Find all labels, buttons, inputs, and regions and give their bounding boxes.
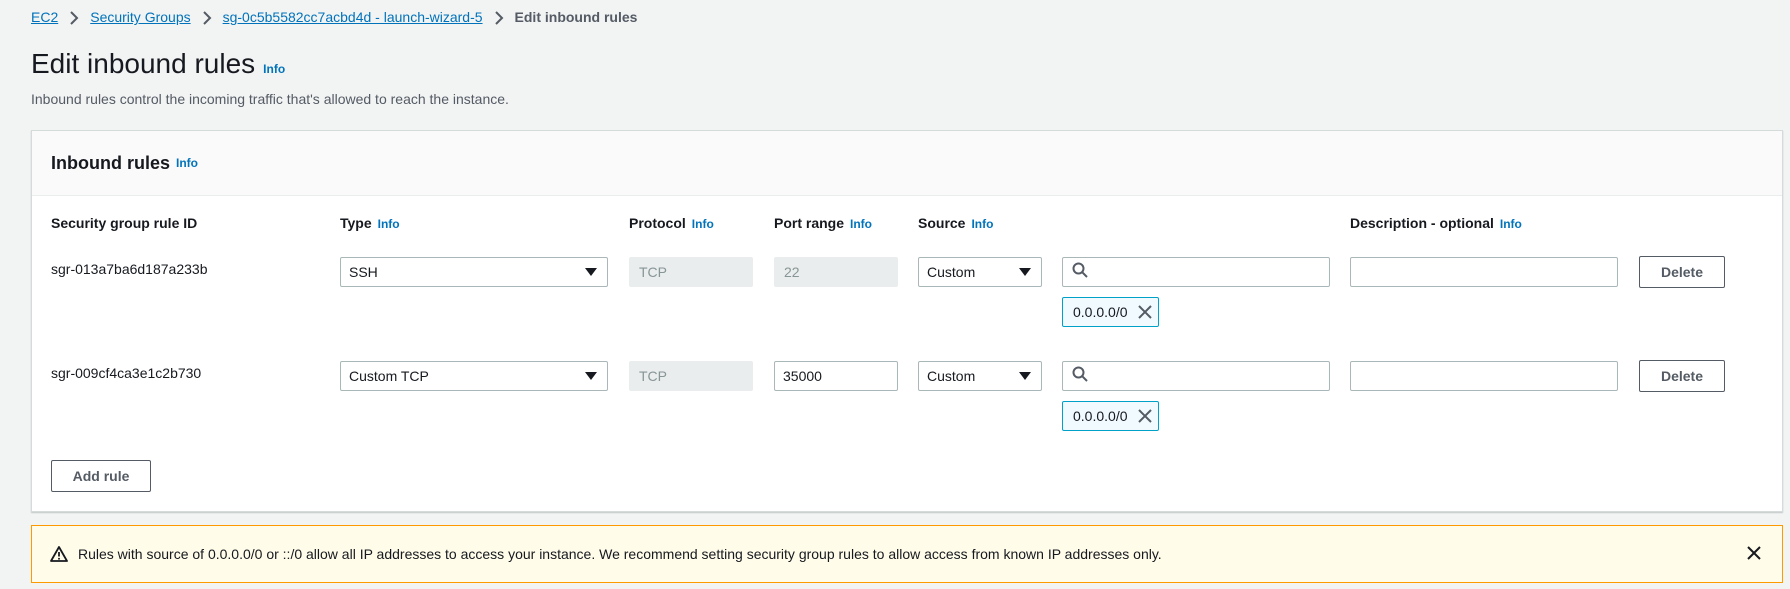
column-header-description: Description - optional Info xyxy=(1350,215,1522,231)
chevron-right-icon xyxy=(64,9,84,26)
column-header-source: Source Info xyxy=(918,215,993,231)
caret-down-icon xyxy=(1019,268,1031,276)
cidr-token-label: 0.0.0.0/0 xyxy=(1073,304,1128,320)
column-label: Description - optional xyxy=(1350,215,1494,231)
protocol-field: TCP xyxy=(629,257,753,287)
close-icon[interactable] xyxy=(1137,409,1152,423)
column-header-type: Type Info xyxy=(340,215,400,231)
breadcrumb: EC2 Security Groups sg-0c5b5582cc7acbd4d… xyxy=(31,9,637,25)
cidr-token: 0.0.0.0/0 xyxy=(1062,297,1159,327)
type-select[interactable]: Custom TCP xyxy=(340,361,608,391)
breadcrumb-ec2[interactable]: EC2 xyxy=(31,9,58,25)
cidr-search-input[interactable] xyxy=(1062,257,1330,287)
cidr-search-input[interactable] xyxy=(1062,361,1330,391)
panel-info-link[interactable]: Info xyxy=(176,156,198,170)
cidr-token-label: 0.0.0.0/0 xyxy=(1073,408,1128,424)
delete-button[interactable]: Delete xyxy=(1639,360,1725,392)
breadcrumb-current: Edit inbound rules xyxy=(514,9,638,26)
warning-text: Rules with source of 0.0.0.0/0 or ::/0 a… xyxy=(78,546,1162,562)
chevron-right-icon xyxy=(197,9,217,26)
panel-header: Inbound rules Info xyxy=(32,131,1782,196)
caret-down-icon xyxy=(585,372,597,380)
breadcrumb-security-group[interactable]: sg-0c5b5582cc7acbd4d - launch-wizard-5 xyxy=(223,9,483,25)
search-icon xyxy=(1072,262,1088,283)
caret-down-icon xyxy=(585,268,597,276)
protocol-info-link[interactable]: Info xyxy=(692,217,714,231)
warning-icon xyxy=(50,546,68,562)
column-label: Protocol xyxy=(629,215,686,231)
delete-button[interactable]: Delete xyxy=(1639,256,1725,288)
close-icon[interactable] xyxy=(1137,305,1152,319)
type-select-value: Custom TCP xyxy=(349,368,429,384)
caret-down-icon xyxy=(1019,372,1031,380)
inbound-rules-panel: Inbound rules Info Security group rule I… xyxy=(31,130,1783,512)
add-rule-button[interactable]: Add rule xyxy=(51,460,151,492)
source-info-link[interactable]: Info xyxy=(971,217,993,231)
cidr-token: 0.0.0.0/0 xyxy=(1062,401,1159,431)
protocol-field: TCP xyxy=(629,361,753,391)
column-header-rule-id: Security group rule ID xyxy=(51,215,197,231)
page-title-text: Edit inbound rules xyxy=(31,48,256,79)
chevron-right-icon xyxy=(489,9,509,26)
source-select-value: Custom xyxy=(927,264,976,280)
page-title: Edit inbound rules Info xyxy=(31,48,285,80)
column-label: Security group rule ID xyxy=(51,215,198,231)
description-info-link[interactable]: Info xyxy=(1500,217,1522,231)
type-select[interactable]: SSH xyxy=(340,257,608,287)
source-select-value: Custom xyxy=(927,368,976,384)
column-header-port-range: Port range Info xyxy=(774,215,872,231)
source-select[interactable]: Custom xyxy=(918,361,1042,391)
panel-title: Inbound rules xyxy=(51,152,170,173)
port-range-input[interactable]: 35000 xyxy=(774,361,898,391)
description-input[interactable] xyxy=(1350,257,1618,287)
rule-id: sgr-013a7ba6d187a233b xyxy=(51,261,208,277)
rule-id: sgr-009cf4ca3e1c2b730 xyxy=(51,365,202,381)
column-header-protocol: Protocol Info xyxy=(629,215,714,231)
warning-alert: Rules with source of 0.0.0.0/0 or ::/0 a… xyxy=(31,525,1783,583)
search-icon xyxy=(1072,366,1088,387)
source-select[interactable]: Custom xyxy=(918,257,1042,287)
column-label: Source xyxy=(918,215,966,231)
breadcrumb-security-groups[interactable]: Security Groups xyxy=(90,9,190,25)
port-range-field: 22 xyxy=(774,257,898,287)
description-input[interactable] xyxy=(1350,361,1618,391)
close-icon[interactable] xyxy=(1746,545,1762,564)
column-label: Type xyxy=(340,215,372,231)
type-select-value: SSH xyxy=(349,264,378,280)
page-info-link[interactable]: Info xyxy=(263,62,285,76)
page-description: Inbound rules control the incoming traff… xyxy=(31,91,509,107)
type-info-link[interactable]: Info xyxy=(378,217,400,231)
column-label: Port range xyxy=(774,215,845,231)
port-range-info-link[interactable]: Info xyxy=(850,217,872,231)
